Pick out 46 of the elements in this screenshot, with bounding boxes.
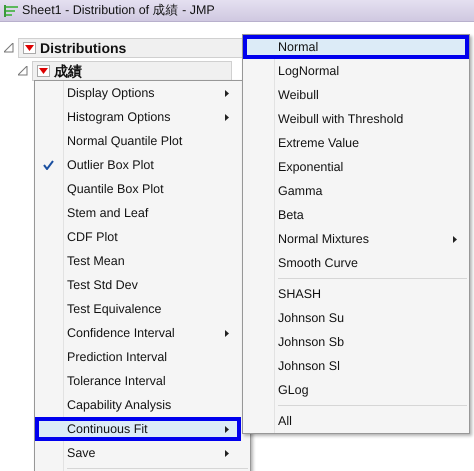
outline-title: Distributions bbox=[40, 38, 126, 58]
menu-item[interactable]: Confidence Interval bbox=[35, 321, 241, 345]
menu-item[interactable]: Test Mean bbox=[35, 249, 241, 273]
submenu-arrow-icon bbox=[225, 450, 229, 457]
menu-item[interactable]: Johnson Sl bbox=[243, 354, 469, 378]
menu-item[interactable]: GLog bbox=[243, 378, 469, 402]
menu-item[interactable]: Tolerance Interval bbox=[35, 369, 241, 393]
menu-item[interactable]: Prediction Interval bbox=[35, 345, 241, 369]
submenu-arrow-icon bbox=[453, 236, 457, 243]
window-title: Sheet1 - Distribution of 成績 - JMP bbox=[22, 2, 215, 20]
outline-title: 成績 bbox=[54, 62, 82, 80]
menu-item[interactable]: Normal bbox=[243, 35, 469, 59]
submenu-arrow-icon bbox=[225, 90, 229, 97]
submenu-arrow-icon bbox=[225, 426, 229, 433]
submenu-arrow-icon bbox=[225, 114, 229, 121]
menu-item[interactable]: Gamma bbox=[243, 179, 469, 203]
submenu-arrow-icon bbox=[225, 330, 229, 337]
menu-item[interactable]: Smooth Curve bbox=[243, 251, 469, 275]
menu-item[interactable]: Capability Analysis bbox=[35, 393, 241, 417]
menu-item[interactable]: All bbox=[243, 409, 469, 433]
app-icon bbox=[4, 4, 18, 16]
menu-item[interactable]: Weibull bbox=[243, 83, 469, 107]
disclosure-icon[interactable] bbox=[4, 43, 14, 53]
menu-button[interactable] bbox=[23, 42, 36, 54]
menu-button[interactable] bbox=[37, 65, 50, 77]
menu-item[interactable]: SHASH bbox=[243, 282, 469, 306]
disclosure-icon[interactable] bbox=[18, 66, 28, 76]
menu-item[interactable]: Johnson Sb bbox=[243, 330, 469, 354]
menu-item[interactable]: Test Equivalence bbox=[35, 297, 241, 321]
menu-item[interactable]: Beta bbox=[243, 203, 469, 227]
menu-item[interactable]: CDF Plot bbox=[35, 225, 241, 249]
menu-item[interactable]: Display Options bbox=[35, 81, 241, 105]
menu-item[interactable]: Weibull with Threshold bbox=[243, 107, 469, 131]
menu-item[interactable]: Stem and Leaf bbox=[35, 201, 241, 225]
menu-item[interactable]: Histogram Options bbox=[35, 105, 241, 129]
menu-item[interactable]: Exponential bbox=[243, 155, 469, 179]
menu-item[interactable]: Extreme Value bbox=[243, 131, 469, 155]
menu-item[interactable]: Normal Mixtures bbox=[243, 227, 469, 251]
menu-item[interactable]: Normal Quantile Plot bbox=[35, 129, 241, 153]
menu-item[interactable]: Quantile Box Plot bbox=[35, 177, 241, 201]
menu-item[interactable]: Outlier Box Plot bbox=[35, 153, 241, 177]
menu-item[interactable]: Save bbox=[35, 441, 241, 465]
menu-item[interactable]: Johnson Su bbox=[243, 306, 469, 330]
menu-item[interactable]: Continuous Fit bbox=[35, 417, 241, 441]
menu-item[interactable]: LogNormal bbox=[243, 59, 469, 83]
menu-item[interactable]: Test Std Dev bbox=[35, 273, 241, 297]
